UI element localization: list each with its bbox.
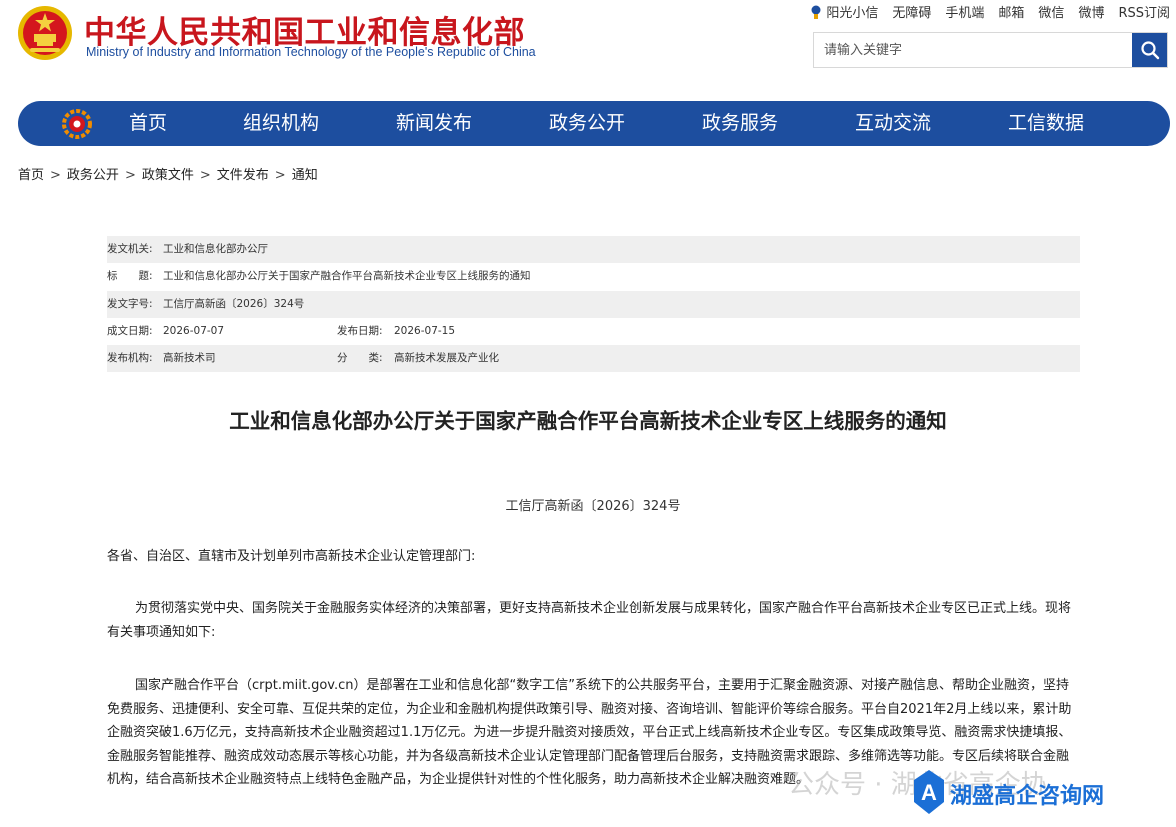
top-link-rss[interactable]: RSS订阅	[1118, 2, 1170, 21]
created-label: 成文日期:	[107, 324, 153, 337]
site-header: 中华人民共和国工业和信息化部 Ministry of Industry and …	[0, 0, 1176, 100]
national-emblem-icon	[18, 6, 72, 60]
top-link-sunshine[interactable]: 阳光小信	[810, 2, 878, 21]
category-value: 高新技术发展及产业化	[394, 352, 499, 365]
breadcrumb-notice[interactable]: 通知	[292, 168, 318, 183]
breadcrumb-gov-affairs[interactable]: 政务公开	[67, 168, 119, 183]
breadcrumb-separator: >	[274, 168, 286, 183]
article-addressee: 各省、自治区、直辖市及计划单列市高新技术企业认定管理部门:	[107, 549, 476, 564]
search-icon	[1140, 41, 1159, 60]
docno-label: 发文字号:	[107, 297, 153, 310]
breadcrumb-policy[interactable]: 政策文件	[142, 168, 194, 183]
nav-item-home[interactable]: 首页	[129, 101, 167, 146]
top-link-weibo[interactable]: 微博	[1078, 2, 1104, 21]
article-paragraph: 为贯彻落实党中央、国务院关于金融服务实体经济的决策部署，更好支持高新技术企业创新…	[107, 601, 1072, 640]
breadcrumb-separator: >	[50, 168, 61, 183]
top-link-wechat[interactable]: 微信	[1038, 2, 1064, 21]
nav-item-data[interactable]: 工信数据	[1008, 101, 1084, 146]
nav-item-interaction[interactable]: 互动交流	[855, 101, 931, 146]
published-label: 发布日期:	[337, 324, 383, 337]
title-value: 工业和信息化部办公厅关于国家产融合作平台高新技术企业专区上线服务的通知	[163, 270, 531, 283]
category-label: 分 类:	[337, 352, 383, 365]
info-row-title: 标 题: 工业和信息化部办公厅关于国家产融合作平台高新技术企业专区上线服务的通知	[107, 263, 1080, 290]
publisher-label: 发布机构:	[107, 352, 153, 365]
title-label: 标 题:	[107, 270, 153, 283]
created-value: 2026-07-07	[163, 324, 225, 337]
info-row-docno: 发文字号: 工信厅高新函〔2026〕324号	[107, 290, 1080, 318]
issuer-value: 工业和信息化部办公厅	[163, 243, 268, 255]
issuer-label: 发文机关:	[107, 243, 153, 255]
document-info-table: 发文机关: 工业和信息化部办公厅 标 题: 工业和信息化部办公厅关于国家产融合作…	[107, 236, 1080, 373]
info-row-dates: 成文日期: 2026-07-07 发布日期: 2026-07-15	[107, 318, 1080, 345]
search-input[interactable]	[814, 33, 1132, 67]
main-nav: 首页 组织机构 新闻发布 政务公开 政务服务 互动交流 工信数据	[18, 101, 1170, 146]
sunshine-icon	[811, 5, 821, 19]
top-link-accessibility[interactable]: 无障碍	[892, 2, 931, 21]
published-value: 2026-07-15	[394, 324, 456, 337]
docno-value: 工信厅高新函〔2026〕324号	[163, 297, 305, 310]
top-links: 阳光小信 无障碍 手机端 邮箱 微信 微博 RSS订阅	[796, 2, 1170, 21]
top-link-mail[interactable]: 邮箱	[998, 2, 1024, 21]
breadcrumb-docs[interactable]: 文件发布	[217, 168, 269, 183]
site-title-en: Ministry of Industry and Information Tec…	[86, 45, 536, 59]
search-button[interactable]	[1132, 33, 1167, 67]
publisher-value: 高新技术司	[163, 352, 216, 365]
miit-logo-icon	[62, 109, 92, 139]
breadcrumb-separator: >	[124, 168, 136, 183]
info-row-publisher: 发布机构: 高新技术司 分 类: 高新技术发展及产业化	[107, 345, 1080, 373]
nav-item-gov-affairs[interactable]: 政务公开	[549, 101, 625, 146]
article-title: 工业和信息化部办公厅关于国家产融合作平台高新技术企业专区上线服务的通知	[229, 409, 947, 433]
nav-item-news[interactable]: 新闻发布	[396, 101, 472, 146]
breadcrumb-separator: >	[199, 168, 211, 183]
top-link-label: 阳光小信	[826, 6, 879, 21]
article-doc-number: 工信厅高新函〔2026〕324号	[505, 499, 681, 514]
search-box	[813, 32, 1168, 68]
nav-item-organization[interactable]: 组织机构	[243, 101, 319, 146]
breadcrumb: 首页 > 政务公开 > 政策文件 > 文件发布 > 通知	[18, 164, 318, 183]
info-row-issuer: 发文机关: 工业和信息化部办公厅	[107, 236, 1080, 264]
breadcrumb-home[interactable]: 首页	[18, 168, 44, 183]
nav-item-gov-services[interactable]: 政务服务	[702, 101, 778, 146]
article-paragraph: 国家产融合作平台（crpt.miit.gov.cn）是部署在工业和信息化部“数字…	[107, 678, 1072, 787]
top-link-mobile[interactable]: 手机端	[945, 2, 984, 21]
